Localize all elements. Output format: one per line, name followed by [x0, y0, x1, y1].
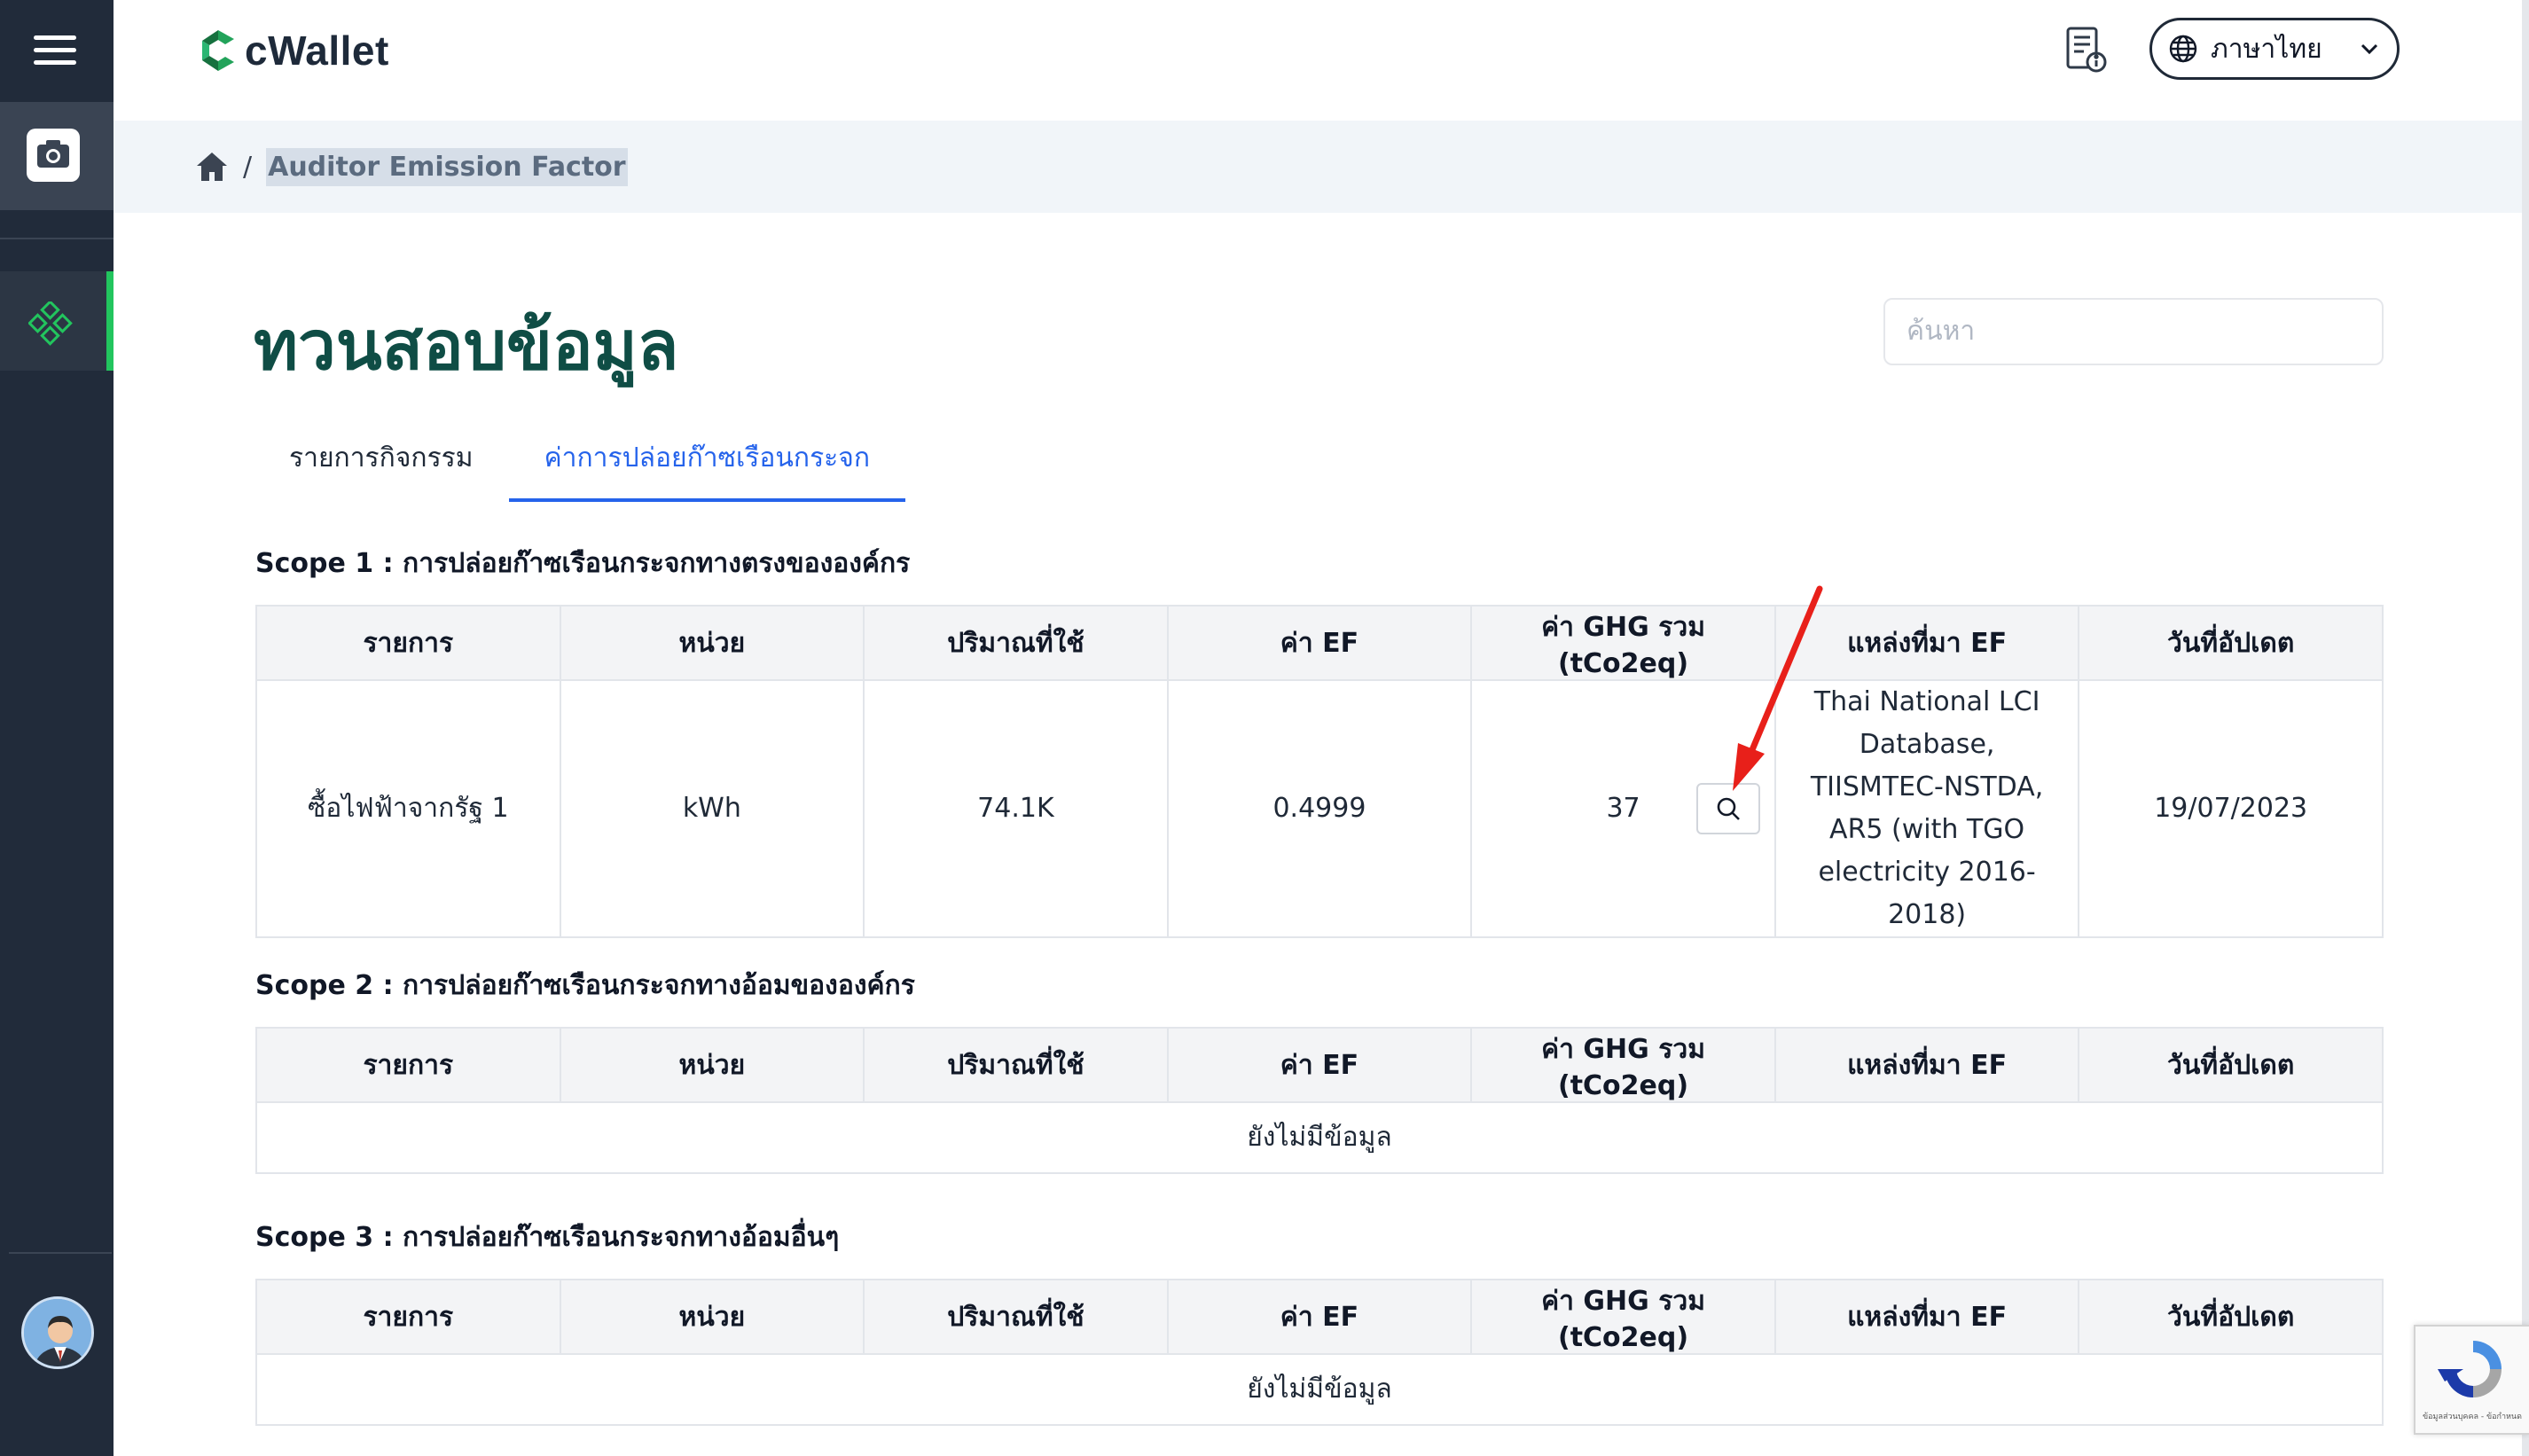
tab-bar: รายการกิจกรรม ค่าการปล่อยก๊าซเรือนกระจก — [254, 417, 906, 502]
document-info-icon[interactable] — [2061, 25, 2110, 74]
breadcrumb-separator: / — [243, 151, 253, 183]
tab-activity-list[interactable]: รายการกิจกรรม — [254, 417, 509, 498]
col-header-item: รายการ — [255, 1279, 561, 1355]
avatar[interactable] — [21, 1296, 94, 1369]
chevron-down-icon — [2361, 43, 2378, 55]
breadcrumb-current: Auditor Emission Factor — [266, 147, 628, 186]
page-title: ทวนสอบข้อมูล — [254, 306, 679, 385]
table-row: ซื้อไฟฟ้าจากรัฐ 1 kWh 74.1K 0.4999 37 Th… — [255, 679, 2384, 938]
top-header: cWallet ภาษาไทย — [114, 0, 2529, 121]
annotation-arrow-icon — [1733, 585, 1823, 791]
home-icon[interactable] — [195, 151, 229, 183]
search-icon — [1717, 797, 1740, 820]
app-logo[interactable]: cWallet — [199, 27, 389, 74]
camera-icon — [27, 129, 80, 182]
scope-3-title: Scope 3 : การปล่อยก๊าซเรือนกระจกทางอ้อมอ… — [255, 1222, 840, 1253]
col-header-updated: วันที่อัปเดต — [2078, 1279, 2384, 1355]
scope-1-table: รายการ หน่วย ปริมาณที่ใช้ ค่า EF ค่า GHG… — [255, 605, 2384, 938]
app-name: cWallet — [245, 27, 389, 74]
cell-ef: 0.4999 — [1166, 679, 1473, 938]
scope-2-title: Scope 2 : การปล่อยก๊าซเรือนกระจกทางอ้อมข… — [255, 970, 915, 1001]
col-header-unit: หน่วย — [559, 1027, 865, 1103]
col-header-item: รายการ — [255, 605, 561, 681]
menu-icon[interactable] — [34, 35, 76, 67]
sidebar-divider — [9, 1252, 112, 1254]
col-header-ef: ค่า EF — [1166, 605, 1473, 681]
globe-icon — [2169, 35, 2197, 63]
cwallet-logo-icon — [202, 30, 234, 71]
empty-state: ยังไม่มีข้อมูล — [255, 1353, 2384, 1426]
table-header-row: รายการ หน่วย ปริมาณที่ใช้ ค่า EF ค่า GHG… — [255, 1027, 2384, 1103]
col-header-updated: วันที่อัปเดต — [2078, 605, 2384, 681]
recaptcha-footer[interactable]: ข้อมูลส่วนบุคคล - ข้อกำหนด — [2423, 1410, 2522, 1422]
col-header-item: รายการ — [255, 1027, 561, 1103]
empty-state: ยังไม่มีข้อมูล — [255, 1101, 2384, 1174]
ghg-value: 37 — [1606, 793, 1640, 824]
table-row: ยังไม่มีข้อมูล — [255, 1353, 2384, 1426]
page-scrollbar[interactable] — [2522, 0, 2529, 1456]
breadcrumb: / Auditor Emission Factor — [114, 121, 2522, 213]
table-header-row: รายการ หน่วย ปริมาณที่ใช้ ค่า EF ค่า GHG… — [255, 605, 2384, 681]
sidebar-divider — [0, 238, 114, 239]
scope-1-title: Scope 1 : การปล่อยก๊าซเรือนกระจกทางตรงขอ… — [255, 548, 911, 579]
col-header-ef: ค่า EF — [1166, 1279, 1473, 1355]
col-header-ghg: ค่า GHG รวม (tCo2eq) — [1470, 1279, 1776, 1355]
table-row: ยังไม่มีข้อมูล — [255, 1101, 2384, 1174]
col-header-quantity: ปริมาณที่ใช้ — [863, 1279, 1169, 1355]
scope-2-table: รายการ หน่วย ปริมาณที่ใช้ ค่า EF ค่า GHG… — [255, 1027, 2384, 1174]
cell-item: ซื้อไฟฟ้าจากรัฐ 1 — [255, 679, 561, 938]
scope-3-table: รายการ หน่วย ปริมาณที่ใช้ ค่า EF ค่า GHG… — [255, 1279, 2384, 1426]
cell-updated: 19/07/2023 — [2078, 679, 2384, 938]
cell-unit: kWh — [559, 679, 865, 938]
col-header-unit: หน่วย — [559, 1279, 865, 1355]
col-header-source: แหล่งที่มา EF — [1773, 1027, 2080, 1103]
sidebar-item-audit[interactable] — [0, 271, 114, 371]
col-header-source: แหล่งที่มา EF — [1773, 1279, 2080, 1355]
tab-emission-values[interactable]: ค่าการปล่อยก๊าซเรือนกระจก — [508, 417, 906, 502]
language-select[interactable]: ภาษาไทย — [2149, 18, 2400, 80]
recaptcha-icon — [2438, 1341, 2502, 1397]
search-input[interactable] — [1883, 298, 2384, 365]
sidebar — [0, 0, 114, 1456]
diamonds-icon — [28, 301, 73, 346]
col-header-updated: วันที่อัปเดต — [2078, 1027, 2384, 1103]
col-header-quantity: ปริมาณที่ใช้ — [863, 1027, 1169, 1103]
col-header-quantity: ปริมาณที่ใช้ — [863, 605, 1169, 681]
col-header-unit: หน่วย — [559, 605, 865, 681]
col-header-ef: ค่า EF — [1166, 1027, 1473, 1103]
col-header-ghg: ค่า GHG รวม (tCo2eq) — [1470, 1027, 1776, 1103]
table-header-row: รายการ หน่วย ปริมาณที่ใช้ ค่า EF ค่า GHG… — [255, 1279, 2384, 1355]
recaptcha-badge[interactable]: ข้อมูลส่วนบุคคล - ข้อกำหนด — [2414, 1325, 2529, 1435]
language-label: ภาษาไทย — [2211, 33, 2322, 65]
sidebar-item-camera[interactable] — [0, 102, 114, 210]
cell-quantity: 74.1K — [863, 679, 1169, 938]
